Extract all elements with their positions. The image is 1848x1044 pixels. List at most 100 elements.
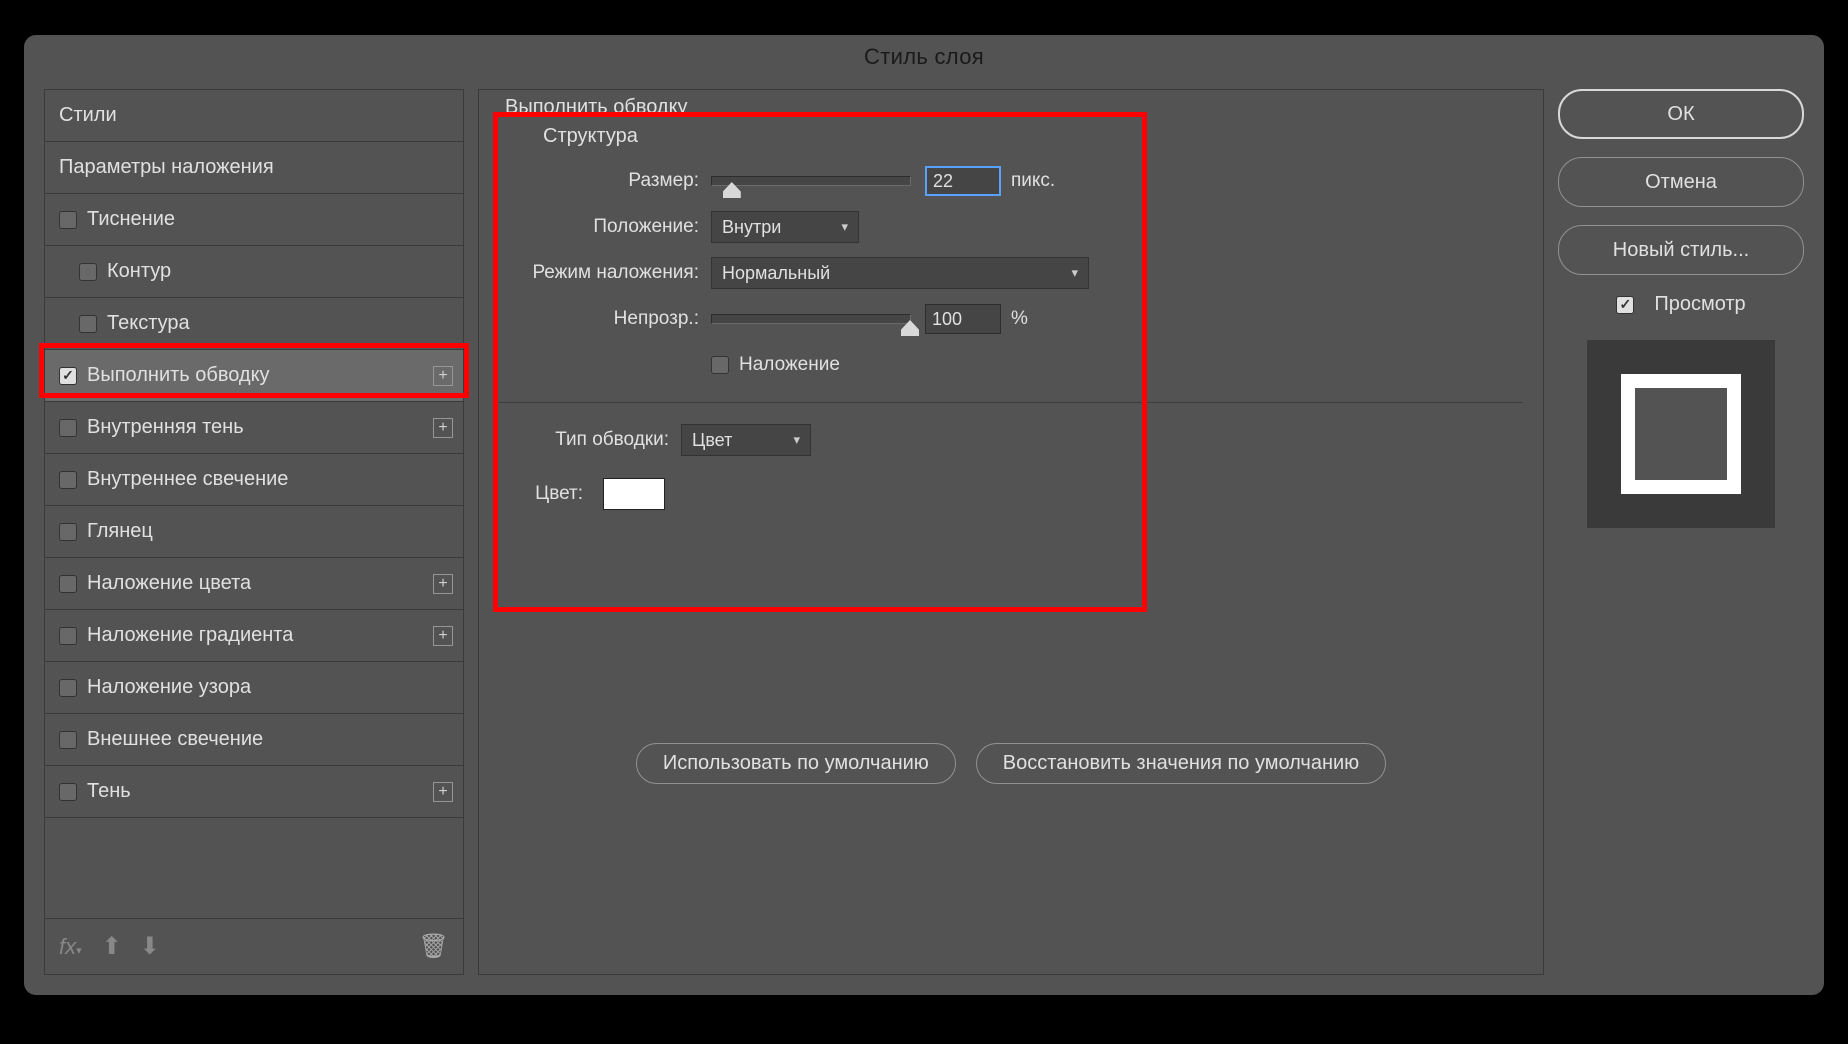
sidebar-item-inner-shadow[interactable]: Внутренняя тень + [45, 402, 463, 454]
checkbox-icon[interactable] [59, 211, 77, 229]
dialog-body: Стили Параметры наложения Тиснение Конту… [24, 79, 1824, 995]
sidebar-item-label: Текстура [107, 312, 190, 335]
right-panel: ОК Отмена Новый стиль... Просмотр [1558, 89, 1804, 975]
move-down-icon[interactable]: ⬇ [140, 932, 160, 961]
opacity-input[interactable] [925, 304, 1001, 334]
divider [499, 402, 1523, 403]
slider-thumb-icon[interactable] [901, 320, 919, 336]
checkbox-icon[interactable] [59, 731, 77, 749]
sidebar-footer: fx▾ ⬆ ⬇ 🗑 [45, 918, 463, 974]
position-label: Положение: [499, 216, 699, 238]
sidebar-item-outer-glow[interactable]: Внешнее свечение [45, 714, 463, 766]
overprint-checkbox[interactable] [711, 356, 729, 374]
sidebar-item-color-overlay[interactable]: Наложение цвета + [45, 558, 463, 610]
slider-thumb-icon[interactable] [723, 182, 741, 198]
checkbox-icon[interactable] [59, 627, 77, 645]
sidebar-header-styles[interactable]: Стили [45, 90, 463, 142]
overprint-label: Наложение [739, 354, 840, 376]
preview-shape [1621, 374, 1741, 494]
sidebar-item-satin[interactable]: Глянец [45, 506, 463, 558]
sidebar-item-label: Наложение цвета [87, 572, 251, 595]
sidebar-item-inner-glow[interactable]: Внутреннее свечение [45, 454, 463, 506]
checkbox-icon[interactable] [59, 679, 77, 697]
sidebar-item-label: Тень [87, 780, 131, 803]
sidebar-item-bevel[interactable]: Тиснение [45, 194, 463, 246]
fill-type-row: Тип обводки: Цвет ▾ [499, 417, 1523, 463]
structure-heading: Структура [499, 121, 1523, 158]
checkbox-icon[interactable] [59, 783, 77, 801]
sidebar-item-drop-shadow[interactable]: Тень + [45, 766, 463, 818]
blend-select[interactable]: Нормальный ▾ [711, 257, 1089, 289]
chevron-down-icon: ▾ [793, 432, 800, 448]
size-unit: пикс. [1011, 170, 1055, 192]
checkbox-icon[interactable] [59, 367, 77, 385]
plus-icon[interactable]: + [433, 626, 453, 646]
cancel-button[interactable]: Отмена [1558, 157, 1804, 207]
reset-default-button[interactable]: Восстановить значения по умолчанию [976, 743, 1386, 784]
select-value: Цвет [692, 430, 732, 451]
preview-checkbox[interactable] [1616, 296, 1634, 314]
new-style-button[interactable]: Новый стиль... [1558, 225, 1804, 275]
checkbox-icon[interactable] [79, 263, 97, 281]
select-value: Внутри [722, 217, 781, 238]
chevron-down-icon: ▾ [841, 219, 848, 235]
chevron-down-icon: ▾ [1071, 265, 1078, 281]
sidebar-item-label: Внутреннее свечение [87, 468, 288, 491]
settings-panel: Выполнить обводку Структура Размер: пикс… [478, 89, 1544, 975]
sidebar-item-label: Контур [107, 260, 171, 283]
default-buttons: Использовать по умолчанию Восстановить з… [499, 743, 1523, 784]
checkbox-icon[interactable] [59, 575, 77, 593]
styles-sidebar: Стили Параметры наложения Тиснение Конту… [44, 89, 464, 975]
color-row: Цвет: [499, 471, 1523, 517]
sidebar-item-pattern-overlay[interactable]: Наложение узора [45, 662, 463, 714]
sidebar-item-label: Внутренняя тень [87, 416, 244, 439]
opacity-unit: % [1011, 308, 1028, 330]
trash-icon[interactable]: 🗑 [419, 932, 449, 961]
checkbox-icon[interactable] [59, 523, 77, 541]
panel-heading: Выполнить обводку [499, 90, 1523, 121]
select-value: Нормальный [722, 263, 830, 284]
sidebar-item-gradient-overlay[interactable]: Наложение градиента + [45, 610, 463, 662]
overprint-row: Наложение [499, 342, 1523, 388]
fill-type-label: Тип обводки: [499, 429, 669, 451]
fill-type-select[interactable]: Цвет ▾ [681, 424, 811, 456]
size-slider[interactable] [711, 176, 911, 186]
plus-icon[interactable]: + [433, 366, 453, 386]
sidebar-item-label: Выполнить обводку [87, 364, 270, 387]
sidebar-item-contour[interactable]: Контур [45, 246, 463, 298]
size-label: Размер: [499, 170, 699, 192]
plus-icon[interactable]: + [433, 782, 453, 802]
size-row: Размер: пикс. [499, 158, 1523, 204]
preview-label: Просмотр [1654, 293, 1745, 316]
checkbox-icon[interactable] [59, 419, 77, 437]
move-up-icon[interactable]: ⬆ [102, 932, 122, 961]
blend-label: Режим наложения: [499, 262, 699, 284]
size-input[interactable] [925, 166, 1001, 196]
plus-icon[interactable]: + [433, 418, 453, 438]
ok-button[interactable]: ОК [1558, 89, 1804, 139]
opacity-label: Непрозр.: [499, 308, 699, 330]
sidebar-item-stroke[interactable]: Выполнить обводку + [45, 350, 463, 402]
sidebar-item-label: Тиснение [87, 208, 175, 231]
fx-menu-icon[interactable]: fx▾ [59, 934, 82, 960]
checkbox-icon[interactable] [79, 315, 97, 333]
sidebar-item-texture[interactable]: Текстура [45, 298, 463, 350]
sidebar-item-label: Внешнее свечение [87, 728, 263, 751]
preview-thumbnail [1587, 340, 1775, 528]
position-row: Положение: Внутри ▾ [499, 204, 1523, 250]
plus-icon[interactable]: + [433, 574, 453, 594]
sidebar-item-label: Наложение градиента [87, 624, 293, 647]
checkbox-icon[interactable] [59, 471, 77, 489]
sidebar-item-label: Глянец [87, 520, 153, 543]
opacity-row: Непрозр.: % [499, 296, 1523, 342]
color-swatch[interactable] [603, 478, 665, 510]
make-default-button[interactable]: Использовать по умолчанию [636, 743, 956, 784]
layer-style-dialog: Стиль слоя Стили Параметры наложения Тис… [24, 35, 1824, 995]
dialog-title: Стиль слоя [24, 35, 1824, 79]
color-label: Цвет: [499, 483, 583, 505]
sidebar-header-blending[interactable]: Параметры наложения [45, 142, 463, 194]
opacity-slider[interactable] [711, 314, 911, 324]
preview-row: Просмотр [1616, 293, 1745, 316]
position-select[interactable]: Внутри ▾ [711, 211, 859, 243]
blend-row: Режим наложения: Нормальный ▾ [499, 250, 1523, 296]
